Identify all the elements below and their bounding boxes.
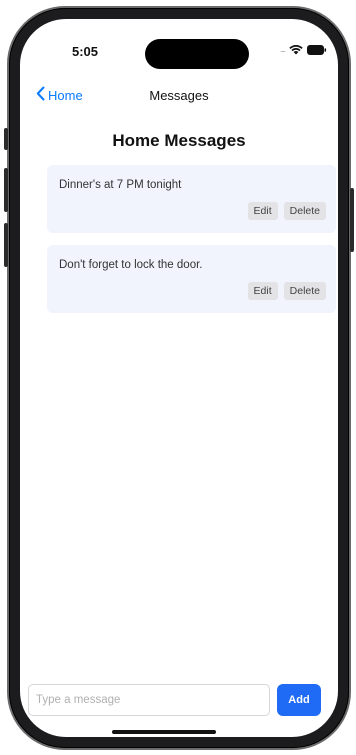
- message-text: Dinner's at 7 PM tonight: [59, 179, 182, 191]
- delete-button[interactable]: Delete: [283, 282, 326, 300]
- signal-icon: ....: [280, 45, 286, 54]
- message-card: Dinner's at 7 PM tonight Edit Delete: [47, 165, 336, 233]
- edit-button[interactable]: Edit: [247, 282, 278, 300]
- message-actions: Edit Delete: [247, 282, 326, 300]
- delete-button[interactable]: Delete: [283, 202, 326, 220]
- message-input[interactable]: [28, 684, 270, 716]
- message-composer: Add: [28, 684, 324, 716]
- wifi-icon: [289, 45, 303, 55]
- app-screen: 5:05 .... Home Messages Home Messages Di…: [20, 19, 338, 737]
- home-indicator: [112, 730, 216, 734]
- message-list: Dinner's at 7 PM tonight Edit Delete Don…: [47, 165, 336, 325]
- message-text: Don't forget to lock the door.: [59, 259, 203, 271]
- dynamic-island: [145, 39, 249, 69]
- message-actions: Edit Delete: [247, 202, 326, 220]
- add-button[interactable]: Add: [277, 684, 321, 716]
- status-time: 5:05: [72, 44, 99, 59]
- phone-frame: 5:05 .... Home Messages Home Messages Di…: [4, 8, 354, 748]
- volume-up-button: [4, 168, 8, 212]
- page-title: Home Messages: [112, 131, 246, 150]
- edit-button[interactable]: Edit: [247, 202, 278, 220]
- action-button: [4, 128, 8, 150]
- message-card: Don't forget to lock the door. Edit Dele…: [47, 245, 336, 313]
- navigation-bar: Home Messages: [20, 83, 338, 113]
- power-button: [350, 188, 354, 252]
- status-icons: ....: [280, 45, 327, 55]
- volume-down-button: [4, 223, 8, 267]
- nav-title: Messages: [149, 88, 209, 103]
- battery-icon: [306, 45, 327, 55]
